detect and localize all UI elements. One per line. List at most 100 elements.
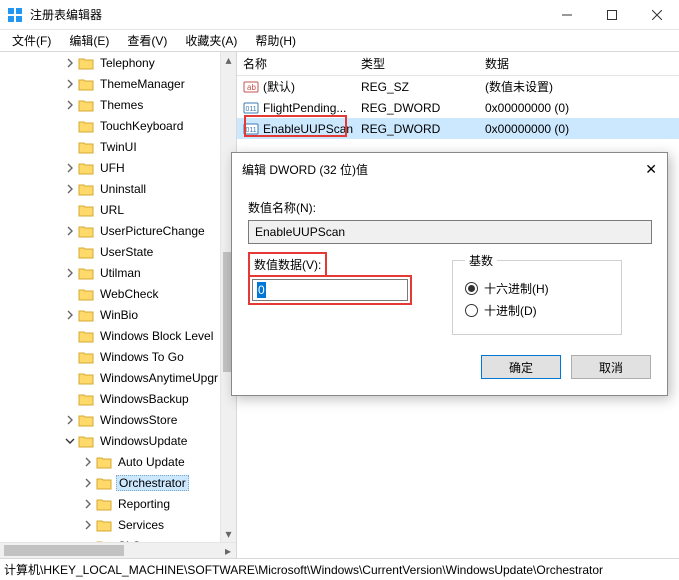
chevron-right-icon[interactable] bbox=[64, 310, 76, 320]
chevron-right-icon[interactable] bbox=[82, 520, 94, 530]
folder-icon bbox=[78, 203, 94, 217]
ok-button[interactable]: 确定 bbox=[481, 355, 561, 379]
tree-item-label: TwinUI bbox=[98, 140, 139, 154]
cancel-button[interactable]: 取消 bbox=[571, 355, 651, 379]
chevron-right-icon[interactable] bbox=[82, 478, 94, 488]
radix-dec-option[interactable]: 十进制(D) bbox=[465, 302, 609, 319]
tree-item[interactable]: Auto Update bbox=[0, 451, 220, 472]
radio-checked-icon bbox=[465, 282, 478, 295]
radix-hex-option[interactable]: 十六进制(H) bbox=[465, 280, 609, 297]
minimize-button[interactable] bbox=[544, 0, 589, 30]
tree-item[interactable]: WinBio bbox=[0, 304, 220, 325]
chevron-right-icon[interactable] bbox=[64, 415, 76, 425]
edit-dword-dialog: 编辑 DWORD (32 位)值 ✕ 数值名称(N): EnableUUPSca… bbox=[231, 152, 668, 396]
menu-favorites[interactable]: 收藏夹(A) bbox=[177, 30, 245, 51]
chevron-right-icon[interactable] bbox=[64, 100, 76, 110]
tree-item-label: WindowsUpdate bbox=[98, 434, 189, 448]
chevron-down-icon[interactable] bbox=[64, 436, 76, 446]
chevron-right-icon[interactable] bbox=[64, 163, 76, 173]
chevron-right-icon[interactable] bbox=[64, 79, 76, 89]
cell-data: 0x00000000 (0) bbox=[479, 101, 679, 115]
tree-item[interactable]: ThemeManager bbox=[0, 73, 220, 94]
folder-icon bbox=[96, 476, 112, 490]
ok-label: 确定 bbox=[509, 359, 533, 376]
tree-item[interactable]: Windows To Go bbox=[0, 346, 220, 367]
col-header-data[interactable]: 数据 bbox=[479, 55, 679, 72]
radix-group: 基数 十六进制(H) 十进制(D) bbox=[452, 252, 622, 335]
tree-item[interactable]: Themes bbox=[0, 94, 220, 115]
menu-edit[interactable]: 编辑(E) bbox=[61, 30, 117, 51]
tree-view[interactable]: Telephony ThemeManagerThemesTouchKeyboard… bbox=[0, 52, 220, 542]
folder-icon bbox=[78, 329, 94, 343]
chevron-right-icon[interactable] bbox=[82, 499, 94, 509]
tree-item[interactable]: Utilman bbox=[0, 262, 220, 283]
svg-text:011: 011 bbox=[246, 106, 257, 113]
tree-item[interactable]: Windows Block Level bbox=[0, 325, 220, 346]
tree-item[interactable]: URL bbox=[0, 199, 220, 220]
tree-item[interactable]: WindowsBackup bbox=[0, 388, 220, 409]
value-name: FlightPending... bbox=[263, 101, 346, 115]
scroll-thumb[interactable] bbox=[4, 545, 124, 556]
tree-item[interactable]: UserPictureChange bbox=[0, 220, 220, 241]
scroll-down-arrow-icon[interactable]: ▾ bbox=[221, 526, 236, 542]
list-body[interactable]: ab(默认)REG_SZ(数值未设置) 011 FlightPending... RE… bbox=[237, 76, 679, 139]
folder-icon bbox=[78, 413, 94, 427]
tree-item[interactable]: Reporting bbox=[0, 493, 220, 514]
cell-name: ab(默认) bbox=[237, 78, 355, 95]
menu-file[interactable]: 文件(F) bbox=[4, 30, 59, 51]
close-button[interactable] bbox=[634, 0, 679, 30]
menu-help[interactable]: 帮助(H) bbox=[247, 30, 304, 51]
tree-item-label: Windows Block Level bbox=[98, 329, 215, 343]
tree-item[interactable]: SLS bbox=[0, 535, 220, 542]
value-data-input[interactable]: 0 bbox=[252, 279, 408, 301]
maximize-button[interactable] bbox=[589, 0, 634, 30]
tree-item-label: Windows To Go bbox=[98, 350, 186, 364]
chevron-right-icon[interactable] bbox=[64, 58, 76, 68]
cell-data: (数值未设置) bbox=[479, 78, 679, 95]
folder-icon bbox=[78, 182, 94, 196]
tree-item[interactable]: UserState bbox=[0, 241, 220, 262]
tree-item[interactable]: Telephony bbox=[0, 52, 220, 73]
tree-item-label: Services bbox=[116, 518, 166, 532]
dialog-title-bar[interactable]: 编辑 DWORD (32 位)值 ✕ bbox=[232, 153, 667, 185]
cell-type: REG_DWORD bbox=[355, 101, 479, 115]
scroll-right-arrow-icon[interactable]: ▸ bbox=[220, 543, 236, 558]
tree-item[interactable]: Services bbox=[0, 514, 220, 535]
radio-unchecked-icon bbox=[465, 304, 478, 317]
dialog-close-button[interactable]: ✕ bbox=[645, 161, 657, 178]
folder-icon bbox=[78, 98, 94, 112]
tree-item-label: Telephony bbox=[98, 56, 157, 70]
tree-item-label: UserState bbox=[98, 245, 155, 259]
list-row[interactable]: ab(默认)REG_SZ(数值未设置) bbox=[237, 76, 679, 97]
cell-type: REG_SZ bbox=[355, 80, 479, 94]
menu-view[interactable]: 查看(V) bbox=[119, 30, 175, 51]
folder-icon bbox=[96, 497, 112, 511]
chevron-right-icon[interactable] bbox=[64, 226, 76, 236]
status-path: 计算机\HKEY_LOCAL_MACHINE\SOFTWARE\Microsof… bbox=[4, 561, 603, 578]
col-header-name[interactable]: 名称 bbox=[237, 55, 355, 72]
tree-scrollbar-horizontal[interactable]: ◂ ▸ bbox=[0, 542, 236, 558]
tree-item-label: WindowsStore bbox=[98, 413, 179, 427]
tree-item[interactable]: Orchestrator bbox=[0, 472, 220, 493]
tree-item[interactable]: UFH bbox=[0, 157, 220, 178]
tree-item[interactable]: WebCheck bbox=[0, 283, 220, 304]
tree-item[interactable]: WindowsUpdate bbox=[0, 430, 220, 451]
tree-item-label: WebCheck bbox=[98, 287, 160, 301]
tree-item[interactable]: WindowsStore bbox=[0, 409, 220, 430]
chevron-right-icon[interactable] bbox=[64, 268, 76, 278]
list-row[interactable]: 011 FlightPending... REG_DWORD0x00000000 (… bbox=[237, 97, 679, 118]
dialog-body: 数值名称(N): EnableUUPScan 数值数据(V): 0 基数 十六进… bbox=[232, 185, 667, 395]
scroll-up-arrow-icon[interactable]: ▴ bbox=[221, 52, 236, 68]
tree-item[interactable]: TouchKeyboard bbox=[0, 115, 220, 136]
col-header-type[interactable]: 类型 bbox=[355, 55, 479, 72]
dword-value-icon: 011 bbox=[243, 100, 259, 116]
title-bar: 注册表编辑器 bbox=[0, 0, 679, 30]
tree-item-label: UFH bbox=[98, 161, 127, 175]
chevron-right-icon[interactable] bbox=[64, 184, 76, 194]
tree-item[interactable]: WindowsAnytimeUpgr bbox=[0, 367, 220, 388]
list-row[interactable]: 011EnableUUPScanREG_DWORD0x00000000 (0) bbox=[237, 118, 679, 139]
chevron-right-icon[interactable] bbox=[82, 457, 94, 467]
tree-item[interactable]: TwinUI bbox=[0, 136, 220, 157]
tree-item[interactable]: Uninstall bbox=[0, 178, 220, 199]
tree-item-label: Reporting bbox=[116, 497, 172, 511]
